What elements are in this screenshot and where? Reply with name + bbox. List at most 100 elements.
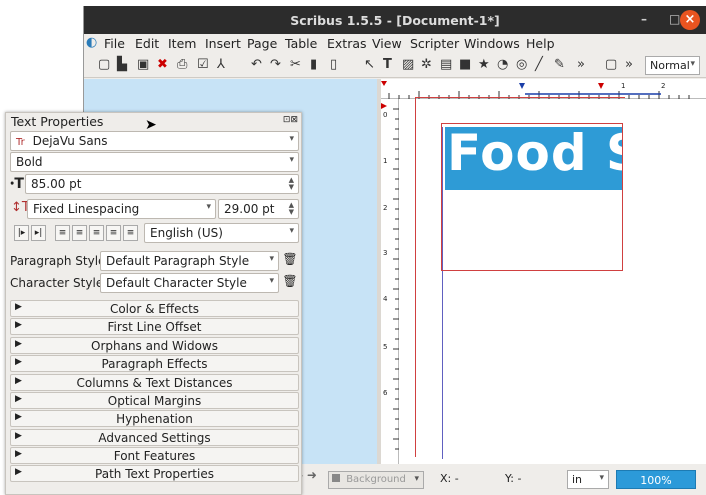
spiral-icon[interactable]: ◎ (516, 57, 527, 72)
chevron-down-icon: ▾ (269, 276, 274, 286)
trash-icon[interactable]: 🗑 (282, 274, 298, 292)
section-orphans-widows[interactable]: ▶ Orphans and Widows (10, 337, 299, 354)
bezier-icon[interactable]: ✎ (554, 57, 565, 72)
menu-edit[interactable]: Edit (135, 36, 159, 51)
section-label: Optical Margins (107, 394, 202, 408)
font-size-value: 85.00 pt (31, 177, 82, 191)
character-style-select[interactable]: Default Character Style ▾ (100, 273, 279, 293)
v-ruler-label: 4 (383, 295, 388, 303)
print-icon[interactable]: ⎙ (177, 57, 187, 72)
paragraph-style-label: Paragraph Style: (10, 254, 110, 268)
panel-close-icon[interactable]: ⊠ (290, 115, 298, 125)
cut-icon[interactable]: ✂ (290, 57, 301, 72)
chevron-down-icon: ▾ (599, 473, 604, 483)
redo-icon[interactable]: ↷ (270, 57, 281, 72)
section-paragraph-effects[interactable]: ▶ Paragraph Effects (10, 355, 299, 372)
align-center-button[interactable]: ≡ (72, 225, 87, 241)
v-ruler-label: 6 (383, 389, 388, 397)
menu-extras[interactable]: Extras (327, 36, 367, 51)
trash-icon[interactable]: 🗑 (282, 252, 298, 270)
font-family-select[interactable]: Tr DejaVu Sans ▾ (10, 131, 299, 151)
align-right-button[interactable]: ≡ (89, 225, 104, 241)
vertical-ruler[interactable]: 0 1 2 3 4 5 6 (381, 99, 399, 464)
menu-insert[interactable]: Insert (205, 36, 241, 51)
text-direction-ltr-button[interactable]: |▸ (14, 225, 29, 241)
preflight-icon[interactable]: ☑ (197, 57, 209, 72)
section-advanced-settings[interactable]: ▶ Advanced Settings (10, 429, 299, 446)
preview-mode-icon[interactable]: ▢ (605, 57, 617, 72)
layer-value: Background (346, 474, 406, 485)
linespacing-spinbox[interactable]: 29.00 pt ▲ ▼ (218, 199, 299, 219)
chevron-down-icon: ▾ (269, 254, 274, 264)
polygon-icon[interactable]: ★ (478, 57, 490, 72)
linespacing-mode-select[interactable]: Fixed Linespacing ▾ (27, 199, 216, 219)
v-ruler-label: 0 (383, 111, 388, 119)
chevron-down-icon: ▾ (690, 59, 695, 69)
more-tools2-icon[interactable]: » (625, 57, 633, 72)
y-coordinate: Y: - (505, 472, 522, 485)
arc-icon[interactable]: ◔ (497, 57, 508, 72)
maximize-button[interactable]: □ (669, 12, 680, 26)
menu-view[interactable]: View (372, 36, 402, 51)
save-icon[interactable]: ▣ (137, 57, 149, 72)
export-pdf-icon[interactable]: ⅄ (217, 57, 225, 72)
image-frame-icon[interactable]: ▨ (402, 57, 414, 72)
h-ruler-label: 2 (661, 82, 666, 90)
close-button[interactable]: × (680, 10, 700, 30)
more-tools-icon[interactable]: » (577, 57, 585, 72)
minimize-button[interactable]: – (641, 12, 647, 26)
menu-item[interactable]: Item (168, 36, 196, 51)
section-font-features[interactable]: ▶ Font Features (10, 447, 299, 464)
menu-page[interactable]: Page (247, 36, 277, 51)
layer-color-swatch (332, 474, 340, 482)
title-bar[interactable]: Scribus 1.5.5 - [Document-1*] – □ × (84, 6, 706, 34)
new-document-icon[interactable]: ▢ (98, 57, 110, 72)
select-icon[interactable]: ↖ (364, 57, 375, 72)
language-select[interactable]: English (US) ▾ (144, 223, 299, 243)
font-style-select[interactable]: Bold ▾ (10, 152, 299, 172)
view-mode-select[interactable]: Normal ▾ (645, 56, 700, 75)
unit-select[interactable]: in ▾ (567, 470, 609, 489)
text-direction-rtl-button[interactable]: ▸| (31, 225, 46, 241)
unit-value: in (572, 473, 583, 486)
chevron-down-icon: ▾ (414, 474, 419, 484)
line-icon[interactable]: ╱ (535, 57, 543, 72)
section-columns-distances[interactable]: ▶ Columns & Text Distances (10, 374, 299, 391)
shape-icon[interactable]: ■ (459, 57, 471, 72)
section-optical-margins[interactable]: ▶ Optical Margins (10, 392, 299, 409)
menu-help[interactable]: Help (526, 36, 555, 51)
font-type-icon: Tr (16, 137, 25, 148)
v-ruler-label: 5 (383, 343, 388, 351)
table-icon[interactable]: ▤ (440, 57, 452, 72)
section-first-line-offset[interactable]: ▶ First Line Offset (10, 318, 299, 335)
chevron-down-icon: ▾ (289, 155, 294, 165)
menu-file[interactable]: File (104, 36, 125, 51)
text-frame[interactable] (441, 123, 623, 271)
align-forced-button[interactable]: ≡ (123, 225, 138, 241)
copy-icon[interactable]: ▮ (310, 57, 317, 72)
align-justify-button[interactable]: ≡ (106, 225, 121, 241)
section-path-text-properties[interactable]: ▶ Path Text Properties (10, 465, 299, 482)
text-frame-icon[interactable]: T (383, 57, 392, 72)
paragraph-style-select[interactable]: Default Paragraph Style ▾ (100, 251, 279, 271)
menu-windows[interactable]: Windows (464, 36, 520, 51)
x-coordinate: X: - (440, 472, 459, 485)
menu-table[interactable]: Table (285, 36, 317, 51)
zoom-field[interactable]: 100% (616, 470, 696, 489)
paste-icon[interactable]: ▯ (330, 57, 337, 72)
align-left-button[interactable]: ≡ (55, 225, 70, 241)
horizontal-ruler[interactable]: 1 2 (381, 79, 706, 99)
open-icon[interactable]: ▙ (117, 57, 127, 72)
render-frame-icon[interactable]: ✲ (421, 57, 432, 72)
menu-scripter[interactable]: Scripter (410, 36, 459, 51)
scribus-logo-icon: ◐ (86, 35, 98, 50)
layer-select[interactable]: Background ▾ (328, 471, 424, 489)
font-size-spinbox[interactable]: 85.00 pt ▲ ▼ (25, 174, 299, 194)
v-ruler-label: 1 (383, 157, 388, 165)
section-color-effects[interactable]: ▶ Color & Effects (10, 300, 299, 317)
mouse-pointer-icon: ➤ (145, 117, 157, 133)
undo-icon[interactable]: ↶ (251, 57, 262, 72)
section-hyphenation[interactable]: ▶ Hyphenation (10, 410, 299, 427)
close-doc-icon[interactable]: ✖ (157, 57, 168, 72)
toolbar: ▢ ▙ ▣ ✖ ⎙ ☑ ⅄ ↶ ↷ ✂ ▮ ▯ ↖ T ▨ ✲ ▤ ■ ★ ◔ … (84, 54, 706, 78)
